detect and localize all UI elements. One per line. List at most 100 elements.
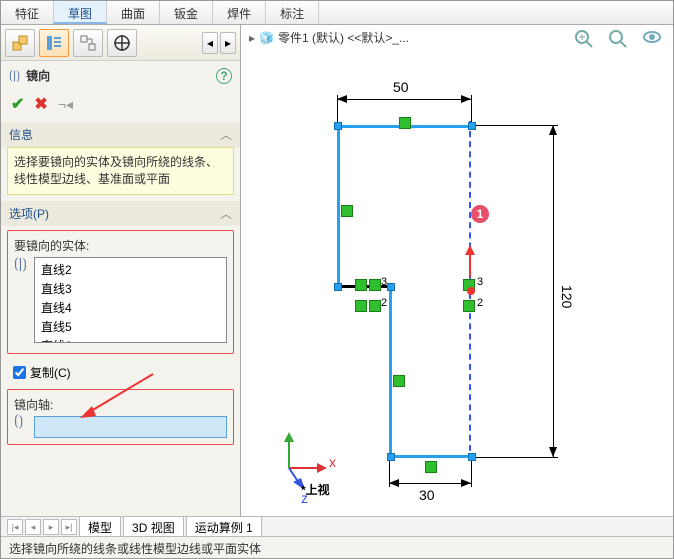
sketch-point[interactable]	[468, 122, 476, 130]
dim-ext-line	[471, 95, 472, 125]
sketch-edge[interactable]	[337, 125, 340, 288]
dim-ext-line	[473, 457, 558, 458]
view-name-label: *上视	[301, 481, 330, 498]
list-item[interactable]: 直线6	[39, 336, 222, 343]
axis-label: 镜向轴:	[14, 396, 227, 413]
list-item[interactable]: 直线5	[39, 317, 222, 336]
copy-checkbox[interactable]	[13, 366, 26, 379]
dim-value-bottom[interactable]: 30	[419, 487, 435, 503]
axis-selector-icon[interactable]: ⟮⟯	[14, 412, 23, 429]
tab-weldments[interactable]: 焊件	[213, 1, 266, 24]
dim-value-right[interactable]: 120	[559, 285, 575, 308]
constraint-label: 2	[381, 297, 387, 309]
breadcrumb[interactable]: ▸ 🧊 零件1 (默认) <<默认>_...	[249, 29, 409, 46]
list-item[interactable]: 直线4	[39, 298, 222, 317]
dim-value-top[interactable]: 50	[393, 79, 409, 95]
tab-annotate[interactable]: 标注	[266, 1, 319, 24]
constraint-icon[interactable]	[399, 117, 411, 129]
dim-arrow-icon	[461, 479, 471, 487]
breadcrumb-expand-icon[interactable]: ▸	[249, 31, 255, 45]
tab-nav-prev[interactable]: ◂	[25, 519, 41, 535]
property-manager-pane: ◂ ▸ ⟮|⟯ 镜向 ? ✔ ✖ ¬◂ 信息 ︿ 选择要镜向的实体及镜向所绕的线…	[1, 25, 241, 520]
entities-listbox[interactable]: 直线2 直线3 直线4 直线5 直线6	[34, 257, 227, 343]
tab-surfaces[interactable]: 曲面	[107, 1, 160, 24]
fm-tab-feature-tree[interactable]	[5, 29, 35, 57]
fm-scroll-right[interactable]: ▸	[220, 32, 236, 54]
info-text: 选择要镜向的实体及镜向所绕的线条、线性模型边线、基准面或平面	[7, 147, 234, 195]
view-orientation-icon[interactable]	[639, 27, 665, 51]
dim-arrow-icon	[549, 447, 557, 457]
zoom-fit-icon[interactable]	[605, 27, 631, 51]
command-manager-tabs: 特征 草图 曲面 钣金 焊件 标注	[1, 1, 673, 25]
dim-arrow-icon	[337, 95, 347, 103]
breadcrumb-text: 零件1 (默认) <<默认>_...	[278, 29, 409, 46]
sketch-point[interactable]	[387, 453, 395, 461]
copy-checkbox-row: 复制(C)	[13, 364, 228, 381]
constraint-icon[interactable]	[425, 461, 437, 473]
constraint-icon[interactable]	[369, 300, 381, 312]
footer-tab-motion[interactable]: 运动算例 1	[186, 516, 262, 538]
fm-tab-dimxpert[interactable]	[107, 29, 137, 57]
callout-badge: 1	[471, 205, 489, 223]
constraint-icon[interactable]	[341, 205, 353, 217]
dim-line	[337, 99, 471, 100]
constraint-icon[interactable]	[355, 300, 367, 312]
tab-sheetmetal[interactable]: 钣金	[160, 1, 213, 24]
heads-up-toolbar	[571, 27, 665, 51]
chevron-up-icon: ︿	[220, 205, 232, 222]
dim-arrow-icon	[461, 95, 471, 103]
constraint-icon[interactable]	[369, 279, 381, 291]
ok-button[interactable]: ✔	[11, 94, 24, 114]
chevron-up-icon: ︿	[220, 126, 232, 143]
tab-features[interactable]: 特征	[1, 1, 54, 24]
copy-label: 复制(C)	[30, 364, 71, 381]
list-item[interactable]: 直线2	[39, 260, 222, 279]
mirror-axis-group: 镜向轴: ⟮⟯	[7, 389, 234, 445]
fm-tab-config-manager[interactable]	[73, 29, 103, 57]
pushpin-icon[interactable]: ¬◂	[58, 96, 73, 113]
fm-tab-property-manager[interactable]	[39, 29, 69, 57]
tab-nav-first[interactable]: |◂	[7, 519, 23, 535]
sketch-point[interactable]	[334, 122, 342, 130]
pm-title-row: ⟮|⟯ 镜向 ?	[1, 61, 240, 90]
origin-marker	[467, 287, 475, 295]
pm-title: 镜向	[26, 67, 50, 84]
fm-scroll-left[interactable]: ◂	[202, 32, 218, 54]
options-section-header[interactable]: 选项(P) ︿	[1, 201, 240, 226]
motion-tabstrip: |◂ ◂ ▸ ▸| 模型 3D 视图 运动算例 1	[1, 516, 673, 536]
constraint-icon[interactable]	[355, 279, 367, 291]
dim-line	[553, 125, 554, 457]
dim-ext-line	[471, 457, 472, 487]
constraint-label: 3	[477, 276, 483, 288]
footer-tab-3dview[interactable]: 3D 视图	[123, 516, 184, 538]
entities-selector-icon[interactable]: ⟮|⟯	[14, 255, 27, 272]
info-section-header[interactable]: 信息 ︿	[1, 122, 240, 147]
status-text: 选择镜向所绕的线条或线性模型边线或平面实体	[9, 542, 261, 556]
axis-selection-field[interactable]	[34, 416, 227, 438]
dim-arrow-icon	[549, 125, 557, 135]
direction-arrow-icon	[463, 245, 477, 279]
sketch-edge[interactable]	[389, 455, 473, 458]
tab-sketch[interactable]: 草图	[54, 1, 107, 24]
mirror-icon: ⟮|⟯	[9, 68, 20, 83]
zoom-in-icon[interactable]	[571, 27, 597, 51]
constraint-label: 3	[381, 276, 387, 288]
tab-nav-next[interactable]: ▸	[43, 519, 59, 535]
cancel-button[interactable]: ✖	[34, 94, 47, 114]
footer-tab-model[interactable]: 模型	[79, 516, 121, 538]
constraint-icon[interactable]	[463, 300, 475, 312]
constraint-icon[interactable]	[393, 375, 405, 387]
graphics-area[interactable]: ▸ 🧊 零件1 (默认) <<默认>_... 50 120 30	[241, 25, 673, 520]
list-item[interactable]: 直线3	[39, 279, 222, 298]
help-icon[interactable]: ?	[216, 68, 232, 84]
dim-ext-line	[473, 125, 558, 126]
entities-label: 要镜向的实体:	[14, 237, 227, 254]
sketch-point[interactable]	[468, 453, 476, 461]
tab-nav-last[interactable]: ▸|	[61, 519, 77, 535]
options-header-label: 选项(P)	[9, 205, 49, 222]
sketch-edge[interactable]	[389, 285, 392, 457]
sketch-point[interactable]	[387, 283, 395, 291]
pm-confirm-row: ✔ ✖ ¬◂	[1, 90, 240, 122]
feature-manager-tabstrip: ◂ ▸	[1, 25, 240, 61]
sketch-point[interactable]	[334, 283, 342, 291]
